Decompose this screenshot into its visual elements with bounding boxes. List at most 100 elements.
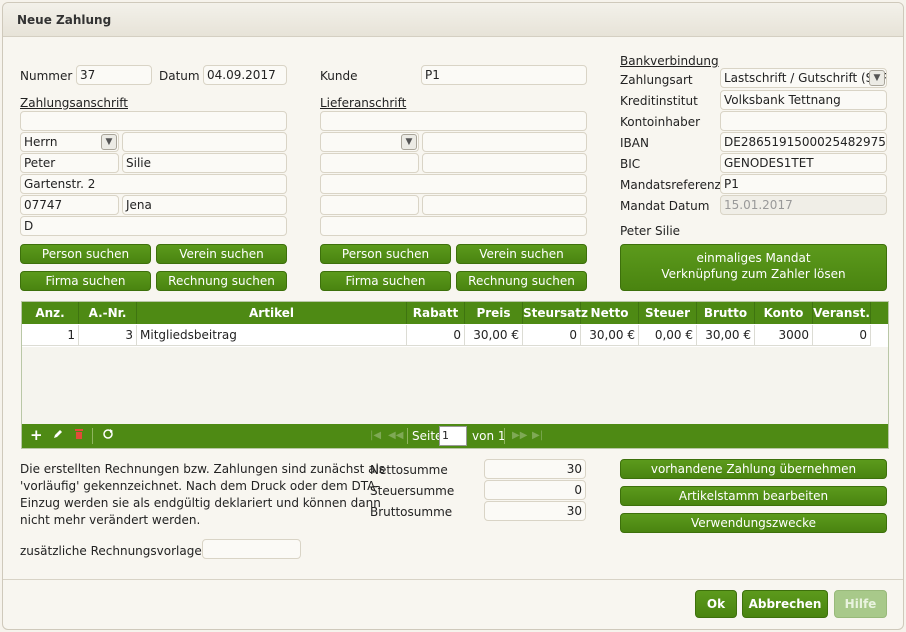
window-title: Neue Zahlung bbox=[17, 13, 112, 27]
zahlung-nachname-field[interactable]: Silie bbox=[122, 153, 287, 173]
liefer-firma-suchen-button[interactable]: Firma suchen bbox=[320, 271, 451, 291]
col-header-rabatt[interactable]: Rabatt bbox=[407, 302, 465, 324]
page-number-input[interactable]: 1 bbox=[439, 426, 467, 446]
liefer-land-field[interactable] bbox=[320, 216, 587, 236]
mandatsreferenz-label: Mandatsreferenz bbox=[620, 178, 721, 192]
kontoinhaber-field[interactable] bbox=[720, 111, 887, 131]
kontoinhaber-label: Kontoinhaber bbox=[620, 115, 701, 129]
col-header-steuer[interactable]: Steuer bbox=[639, 302, 697, 324]
liefer-vorname-field[interactable] bbox=[320, 153, 419, 173]
col-header-artikel[interactable]: Artikel bbox=[137, 302, 407, 324]
col-header-veranst[interactable]: Veranst. bbox=[813, 302, 871, 324]
kreditinstitut-field[interactable]: Volksbank Tettnang bbox=[720, 90, 887, 110]
cell-brutto[interactable]: 30,00 € bbox=[697, 325, 755, 346]
steuersumme-field: 0 bbox=[484, 480, 586, 500]
zahlung-person-suchen-button[interactable]: Person suchen bbox=[20, 244, 151, 264]
zahlungsanschrift-title: Zahlungsanschrift bbox=[20, 96, 128, 110]
info-line: nicht mehr verändert werden. bbox=[20, 513, 201, 527]
zahlung-land-field[interactable]: D bbox=[20, 216, 287, 236]
footer-divider bbox=[3, 579, 903, 580]
bic-label: BIC bbox=[620, 157, 641, 171]
info-line: 'vorläufig' gekennzeichnet. Nach dem Dru… bbox=[20, 479, 380, 493]
cell-anz[interactable]: 1 bbox=[22, 325, 79, 346]
zahlungsart-select[interactable]: Lastschrift / Gutschrift (SEPA) ▼ bbox=[720, 68, 887, 88]
bruttosumme-label: Bruttosumme bbox=[370, 505, 453, 519]
zahlung-uebernehmen-button[interactable]: vorhandene Zahlung übernehmen bbox=[620, 459, 887, 479]
iban-field[interactable]: DE28651915000254829750 bbox=[720, 132, 887, 152]
liefer-nachname-field[interactable] bbox=[422, 153, 587, 173]
kunde-field[interactable]: P1 bbox=[421, 65, 587, 85]
zahlung-ort-field[interactable]: Jena bbox=[122, 195, 287, 215]
dialog-window: Neue Zahlung Nummer 37 Datum 04.09.2017 … bbox=[2, 2, 904, 630]
kunde-label: Kunde bbox=[320, 69, 358, 83]
zahlung-strasse-field[interactable]: Gartenstr. 2 bbox=[20, 174, 287, 194]
cell-netto[interactable]: 30,00 € bbox=[581, 325, 639, 346]
ok-button[interactable]: Ok bbox=[695, 590, 737, 618]
liefer-plz-field[interactable] bbox=[320, 195, 419, 215]
zahlung-titel-field[interactable] bbox=[122, 132, 287, 152]
zahlung-line1-field[interactable] bbox=[20, 111, 287, 131]
liefer-strasse-field[interactable] bbox=[320, 174, 587, 194]
nummer-label: Nummer bbox=[20, 69, 73, 83]
col-header-steuersatz[interactable]: Steursatz bbox=[523, 302, 588, 324]
liefer-line1-field[interactable] bbox=[320, 111, 587, 131]
edit-icon[interactable] bbox=[52, 427, 64, 445]
datum-field[interactable]: 04.09.2017 bbox=[203, 65, 287, 85]
chevron-down-icon[interactable]: ▼ bbox=[869, 70, 885, 86]
cell-preis[interactable]: 30,00 € bbox=[465, 325, 523, 346]
liefer-rechnung-suchen-button[interactable]: Rechnung suchen bbox=[456, 271, 587, 291]
title-bar: Neue Zahlung bbox=[3, 3, 903, 37]
trash-icon[interactable] bbox=[73, 427, 85, 445]
nummer-field[interactable]: 37 bbox=[76, 65, 152, 85]
cell-steuer[interactable]: 0,00 € bbox=[639, 325, 697, 346]
chevron-down-icon[interactable]: ▼ bbox=[401, 134, 417, 150]
zahlungsart-label: Zahlungsart bbox=[620, 73, 693, 87]
last-page-icon[interactable]: ▶| bbox=[532, 427, 543, 445]
hilfe-button: Hilfe bbox=[834, 590, 887, 618]
zahlung-vorname-field[interactable]: Peter bbox=[20, 153, 119, 173]
col-header-preis[interactable]: Preis bbox=[465, 302, 523, 324]
cell-steuersatz[interactable]: 0 bbox=[523, 325, 581, 346]
refresh-icon[interactable] bbox=[102, 427, 114, 445]
mandatsreferenz-field[interactable]: P1 bbox=[720, 174, 887, 194]
nettosumme-field: 30 bbox=[484, 459, 586, 479]
cell-konto[interactable]: 3000 bbox=[755, 325, 813, 346]
mandatdatum-label: Mandat Datum bbox=[620, 199, 710, 213]
col-header-anr[interactable]: A.-Nr. bbox=[79, 302, 137, 324]
table-empty-area bbox=[22, 347, 888, 424]
bic-field[interactable]: GENODES1TET bbox=[720, 153, 887, 173]
cell-veranst[interactable]: 0 bbox=[813, 325, 871, 346]
chevron-down-icon[interactable]: ▼ bbox=[101, 134, 117, 150]
next-page-icon[interactable]: ▶▶ bbox=[512, 427, 527, 445]
zahlung-plz-field[interactable]: 07747 bbox=[20, 195, 119, 215]
first-page-icon[interactable]: |◀ bbox=[370, 427, 381, 445]
vorlage-field[interactable] bbox=[202, 539, 301, 559]
liefer-person-suchen-button[interactable]: Person suchen bbox=[320, 244, 451, 264]
col-header-konto[interactable]: Konto bbox=[755, 302, 813, 324]
liefer-ort-field[interactable] bbox=[422, 195, 587, 215]
abbrechen-button[interactable]: Abbrechen bbox=[742, 590, 828, 618]
cell-anr[interactable]: 3 bbox=[79, 325, 137, 346]
prev-page-icon[interactable]: ◀◀ bbox=[388, 427, 403, 445]
zahlungsart-value: Lastschrift / Gutschrift (SEPA) bbox=[724, 71, 887, 85]
add-icon[interactable]: + bbox=[30, 426, 43, 444]
col-header-netto[interactable]: Netto bbox=[581, 302, 639, 324]
info-text: Die erstellten Rechnungen bzw. Zahlungen… bbox=[20, 461, 385, 529]
cell-artikel[interactable]: Mitgliedsbeitrag bbox=[137, 325, 407, 346]
zahlung-rechnung-suchen-button[interactable]: Rechnung suchen bbox=[156, 271, 287, 291]
liefer-verein-suchen-button[interactable]: Verein suchen bbox=[456, 244, 587, 264]
mandat-loesen-button[interactable]: einmaliges Mandat Verknüpfung zum Zahler… bbox=[620, 244, 887, 291]
lieferanschrift-title: Lieferanschrift bbox=[320, 96, 407, 110]
verwendungszwecke-button[interactable]: Verwendungszwecke bbox=[620, 513, 887, 533]
vorlage-label: zusätzliche Rechnungsvorlage bbox=[20, 544, 202, 558]
col-header-brutto[interactable]: Brutto bbox=[697, 302, 755, 324]
zahlung-firma-suchen-button[interactable]: Firma suchen bbox=[20, 271, 151, 291]
col-header-anz[interactable]: Anz. bbox=[22, 302, 79, 324]
zahlung-anrede-select[interactable]: Herrn ▼ bbox=[20, 132, 119, 152]
liefer-titel-field[interactable] bbox=[422, 132, 587, 152]
bruttosumme-field: 30 bbox=[484, 501, 586, 521]
zahlung-verein-suchen-button[interactable]: Verein suchen bbox=[156, 244, 287, 264]
cell-rabatt[interactable]: 0 bbox=[407, 325, 465, 346]
artikelstamm-bearbeiten-button[interactable]: Artikelstamm bearbeiten bbox=[620, 486, 887, 506]
liefer-anrede-select[interactable]: ▼ bbox=[320, 132, 419, 152]
